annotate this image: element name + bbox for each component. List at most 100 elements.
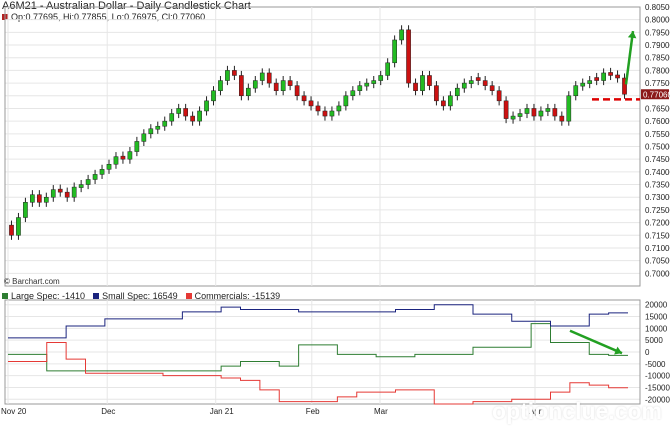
candle-body [106,164,112,170]
candle [225,65,230,86]
candle-body [266,72,272,84]
cot-legend: Large Spec: -1410 Small Spec: 16549 Comm… [2,291,280,301]
candle-body [43,196,49,203]
candle-body [329,110,335,117]
candle-body [252,80,258,89]
candle-body [92,174,98,180]
candle [580,78,586,91]
price-y-tick-label: 0.73000 [645,193,670,202]
candle [315,101,321,116]
candle-body [392,39,397,64]
candle-body [489,85,495,91]
cot-y-tick-label: -10000 [645,372,670,381]
candle-body [71,186,77,198]
candle [608,67,613,81]
candle-body [99,169,105,175]
price-y-tick-label: 0.79500 [645,28,670,37]
cot-y-tick-label: 20000 [645,301,668,310]
candle [482,75,488,91]
candle-body [37,194,42,203]
candle [559,111,565,126]
candle [350,86,356,101]
legend-swatch-large-spec [2,293,8,299]
candle [99,164,105,179]
candle-body [503,100,509,119]
legend-label-large-spec: Large Spec: -1410 [11,291,86,301]
price-y-tick-label: 0.74500 [645,155,670,164]
price-y-tick-label: 0.78000 [645,66,670,75]
price-y-tick-label: 0.79000 [645,41,670,50]
x-tick-label: Dec [101,407,115,416]
candle-body [64,191,70,198]
candle [211,86,216,106]
cot-y-tick-label: -15000 [645,383,670,392]
candle [545,103,551,117]
candle-body [322,110,328,117]
legend-swatch-commercials [185,293,192,299]
barchart-credit: © Barchart.com [4,277,60,286]
candle-body [357,85,363,91]
x-tick-label: Jan 21 [210,407,235,416]
price-y-tick-label: 0.73500 [645,181,670,190]
candle-body [183,108,188,117]
candle-body [232,70,237,76]
candle [120,151,126,164]
price-y-tick-label: 0.75000 [645,143,670,152]
candle-body [461,82,467,89]
candle [343,91,349,111]
candle-body [545,108,551,112]
candle-body [308,100,314,107]
candle-body [259,72,265,81]
candle [176,103,182,119]
candle [50,185,56,202]
candle-body [245,87,251,97]
candle [30,190,35,207]
candle-body [468,80,474,84]
candle-body [162,120,168,127]
candle-body [615,74,620,79]
candle [615,70,620,83]
candle [364,78,370,91]
cot-down-arrow-shaft [569,329,623,355]
candle [183,103,188,121]
candle [287,75,293,91]
candle-body [30,194,35,203]
candle-body [420,75,425,91]
candle-body [552,108,558,117]
candle-body [364,82,370,87]
candle [454,83,460,101]
price-y-tick-label: 0.74000 [645,168,670,177]
candle-body [287,80,293,86]
candle [413,78,418,96]
candle [385,58,391,81]
candle [239,70,244,101]
cot-gridlines [5,304,640,400]
candle-body [134,141,140,152]
candle-body [573,85,579,97]
candle-body [336,105,342,112]
candle [204,96,209,116]
candle [461,78,467,93]
legend-label-commercials: Commercials: -15139 [194,291,281,301]
candle-body [406,29,411,84]
candle-body [16,217,21,236]
candle-body [148,128,154,135]
candle [190,111,195,126]
candle [280,75,286,96]
candle [517,108,523,122]
candle-body [566,95,572,122]
candle-body [559,115,565,122]
candle [155,121,161,134]
x-tick-label: Mar [374,407,388,416]
legend-swatch-small-spec [93,293,100,299]
candle-body [127,151,133,160]
candle-body [580,82,586,87]
candle [510,111,516,124]
legend-small-spec: Small Spec: 16549 [93,291,178,301]
candle [266,68,272,88]
price-gridlines [5,6,640,274]
candle-body [427,75,432,86]
candle [23,197,28,223]
candle [252,75,258,93]
candle-body [601,72,606,81]
